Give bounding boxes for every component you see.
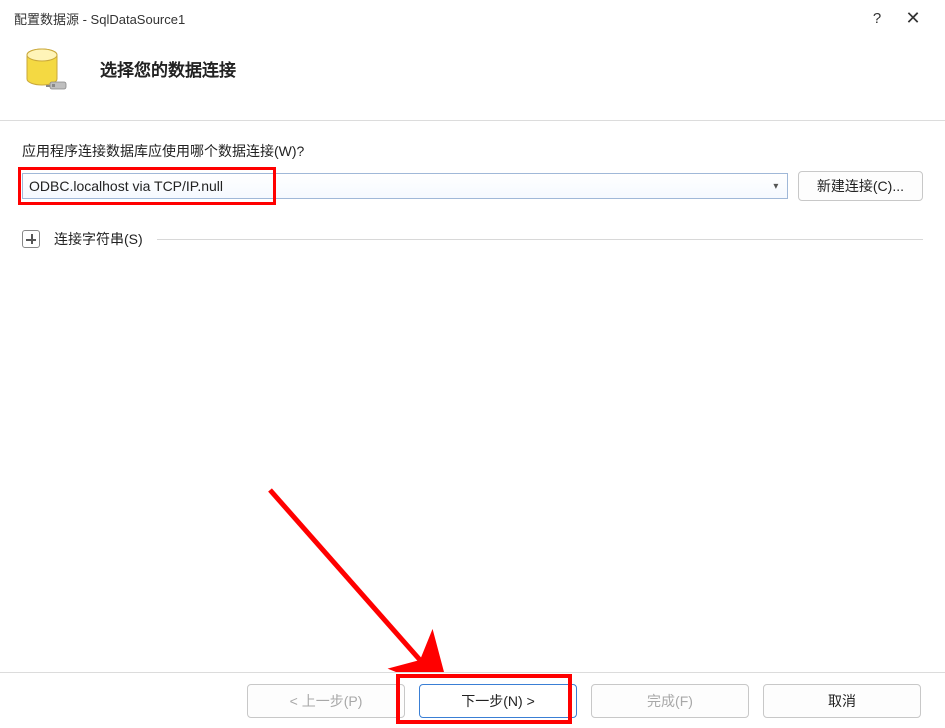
- connection-row: ODBC.localhost via TCP/IP.null ▾ 新建连接(C)…: [22, 171, 923, 201]
- database-icon: [24, 46, 70, 96]
- annotation-arrow: [260, 480, 480, 690]
- expand-toggle-icon[interactable]: [22, 230, 40, 248]
- help-icon[interactable]: ?: [859, 10, 895, 27]
- close-icon[interactable]: ✕: [895, 8, 931, 29]
- page-heading: 选择您的数据连接: [100, 56, 236, 81]
- window-title: 配置数据源 - SqlDataSource1: [14, 9, 859, 28]
- cancel-button[interactable]: 取消: [763, 684, 921, 718]
- expander-line: [157, 239, 923, 240]
- next-button[interactable]: 下一步(N) >: [419, 684, 577, 718]
- connection-string-label: 连接字符串(S): [54, 229, 143, 249]
- wizard-footer: < 上一步(P) 下一步(N) > 完成(F) 取消: [0, 672, 945, 728]
- header-section: 选择您的数据连接: [0, 36, 945, 120]
- content-area: 应用程序连接数据库应使用哪个数据连接(W)? ODBC.localhost vi…: [0, 121, 945, 259]
- connection-dropdown-wrap: ODBC.localhost via TCP/IP.null ▾: [22, 173, 788, 199]
- finish-button[interactable]: 完成(F): [591, 684, 749, 718]
- prompt-label: 应用程序连接数据库应使用哪个数据连接(W)?: [22, 141, 923, 161]
- new-connection-button[interactable]: 新建连接(C)...: [798, 171, 923, 201]
- chevron-down-icon: ▾: [766, 175, 786, 197]
- connection-dropdown[interactable]: ODBC.localhost via TCP/IP.null ▾: [22, 173, 788, 199]
- connection-selected-value: ODBC.localhost via TCP/IP.null: [29, 178, 223, 194]
- titlebar: 配置数据源 - SqlDataSource1 ? ✕: [0, 0, 945, 36]
- connection-string-expander: 连接字符串(S): [22, 229, 923, 249]
- back-button[interactable]: < 上一步(P): [247, 684, 405, 718]
